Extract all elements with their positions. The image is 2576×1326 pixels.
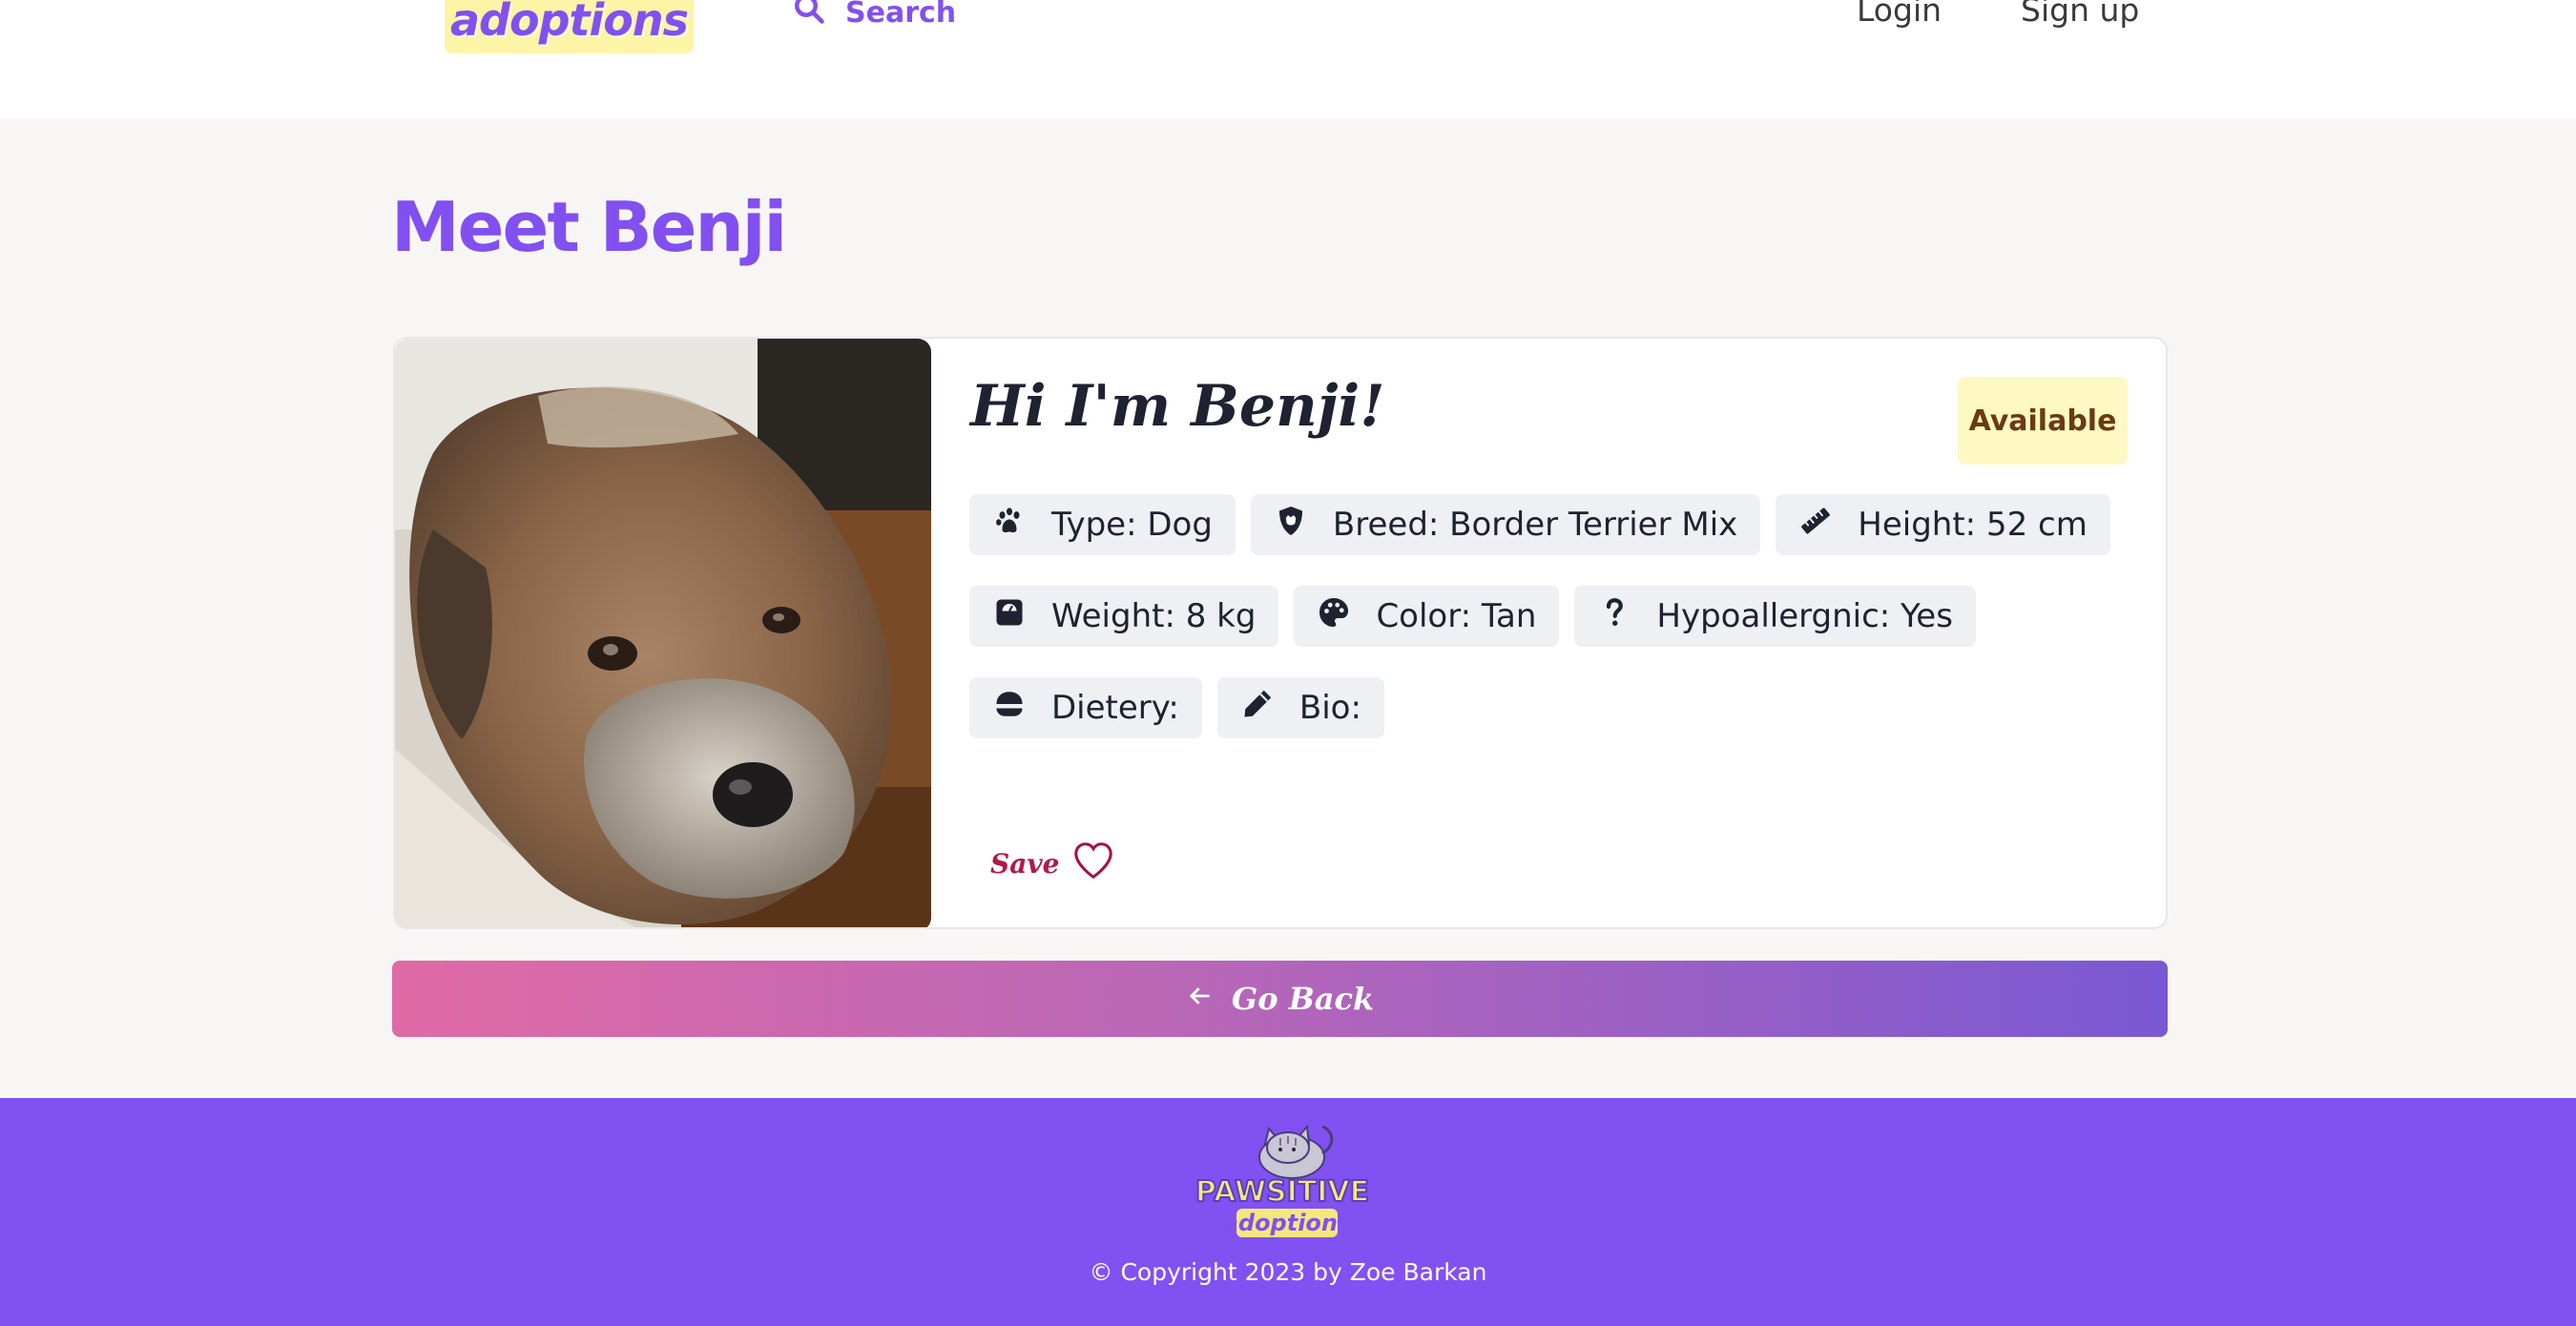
site-header: adoptions Search Login Sign up	[0, 0, 2576, 119]
ruler-icon	[1798, 504, 1833, 547]
heart-icon	[1070, 839, 1116, 889]
search-label: Search	[845, 0, 957, 30]
weight-scale-icon	[992, 595, 1027, 638]
detail-hypoallergenic: Hypoallergnic: Yes	[1574, 586, 1976, 647]
save-label: Save	[990, 848, 1060, 880]
detail-label: Bio:	[1298, 689, 1361, 727]
go-back-button[interactable]: Go Back	[392, 961, 2168, 1037]
detail-height: Height: 52 cm	[1776, 494, 2110, 555]
signup-link[interactable]: Sign up	[2021, 0, 2139, 34]
detail-label: Breed: Border Terrier Mix	[1332, 506, 1738, 544]
detail-color: Color: Tan	[1294, 586, 1560, 647]
site-logo[interactable]: adoptions	[445, 0, 694, 53]
save-button[interactable]: Save	[990, 839, 1116, 889]
detail-label: Type: Dog	[1051, 506, 1213, 544]
pet-details: Type: Dog Breed: Border Terrier Mix Heig…	[969, 494, 2133, 769]
detail-diet: Dietery:	[969, 677, 1202, 738]
detail-label: Weight: 8 kg	[1051, 597, 1257, 635]
site-footer: PAWSITIVE adoptions © Copyright 2023 by …	[0, 1098, 2576, 1326]
footer-logo[interactable]: PAWSITIVE adoptions	[1189, 1117, 1376, 1251]
detail-type: Type: Dog	[969, 494, 1236, 555]
shield-dog-icon	[1274, 504, 1308, 547]
detail-breed: Breed: Border Terrier Mix	[1250, 494, 1761, 555]
status-badge: Available	[1958, 377, 2128, 465]
footer-logo-bottom-text: adoptions	[1223, 1210, 1352, 1236]
pencil-icon	[1240, 687, 1275, 730]
detail-label: Color: Tan	[1376, 597, 1537, 635]
arrow-left-icon	[1186, 981, 1213, 1017]
page-title: Meet Benji	[391, 187, 787, 267]
pet-photo	[395, 339, 931, 927]
bowl-food-icon	[992, 687, 1027, 730]
detail-label: Dietery:	[1051, 689, 1179, 727]
copyright-text: © Copyright 2023 by Zoe Barkan	[1089, 1258, 1487, 1286]
search-icon	[792, 0, 826, 33]
detail-label: Height: 52 cm	[1858, 506, 2088, 544]
detail-weight: Weight: 8 kg	[969, 586, 1279, 647]
detail-label: Hypoallergnic: Yes	[1656, 597, 1953, 635]
pet-card: Hi I'm Benji! Available Type: Dog Breed:…	[393, 337, 2168, 929]
palette-icon	[1317, 595, 1351, 638]
login-link[interactable]: Login	[1857, 0, 1942, 34]
footer-logo-top-text: PAWSITIVE	[1195, 1175, 1369, 1209]
paw-icon	[992, 504, 1027, 547]
go-back-label: Go Back	[1231, 981, 1375, 1017]
detail-bio: Bio:	[1216, 677, 1384, 738]
question-icon	[1597, 595, 1631, 638]
pet-greeting: Hi I'm Benji!	[970, 373, 1385, 440]
search-link[interactable]: Search	[792, 0, 956, 36]
